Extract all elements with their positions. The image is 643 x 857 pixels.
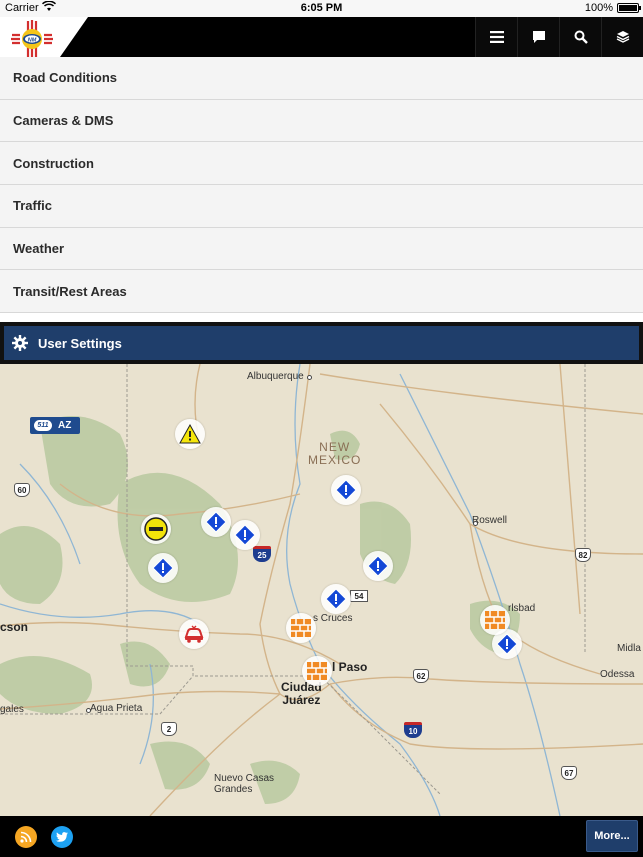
incident-icon xyxy=(335,479,357,501)
construction-icon xyxy=(485,611,505,629)
user-settings-label: User Settings xyxy=(38,335,122,351)
map-basemap xyxy=(0,364,643,816)
menu-item-traffic[interactable]: Traffic xyxy=(0,185,643,228)
az-badge-label: AZ xyxy=(58,420,72,431)
menu-item-transit-rest-areas[interactable]: Transit/Rest Areas xyxy=(0,270,643,314)
highway-shield-mx2: 2 xyxy=(161,722,177,736)
rss-button[interactable] xyxy=(15,826,37,848)
incident-marker[interactable] xyxy=(331,475,361,505)
app-footer: More... xyxy=(0,816,643,857)
incident-icon xyxy=(325,588,347,610)
nmroads-logo: NM xyxy=(11,20,53,57)
incident-icon xyxy=(234,524,256,546)
status-bar: Carrier 6:05 PM 100% xyxy=(0,0,643,17)
layers-button[interactable] xyxy=(601,17,643,57)
construction-marker[interactable] xyxy=(286,613,316,643)
twitter-button[interactable] xyxy=(51,826,73,848)
menu-item-cameras-dms[interactable]: Cameras & DMS xyxy=(0,99,643,143)
user-settings-bar: User Settings xyxy=(0,322,643,364)
highway-shield-54: 54 xyxy=(350,590,368,602)
gear-icon xyxy=(12,335,28,351)
svg-text:NM: NM xyxy=(28,37,37,43)
incident-marker[interactable] xyxy=(321,584,351,614)
city-dot xyxy=(307,375,312,380)
incident-icon xyxy=(205,511,227,533)
incident-icon xyxy=(496,633,518,655)
highway-shield-i25: 25 xyxy=(253,546,271,562)
place-nogales: gales xyxy=(0,704,24,715)
menu-icon xyxy=(489,31,504,43)
construction-icon xyxy=(307,662,327,680)
place-tucson: cson xyxy=(0,620,29,634)
incident-marker[interactable] xyxy=(363,551,393,581)
chat-icon xyxy=(532,31,545,43)
incident-marker[interactable] xyxy=(148,553,178,583)
chat-button[interactable] xyxy=(517,17,559,57)
highway-shield-us62: 62 xyxy=(413,669,429,683)
highway-shield-us60: 60 xyxy=(14,483,30,497)
place-nuevo-casas-grandes: Nuevo Casas Grandes xyxy=(214,773,275,795)
place-odessa: Odessa xyxy=(600,669,635,680)
battery-percent: 100% xyxy=(584,2,613,14)
highway-shield-us67: 67 xyxy=(561,766,577,780)
warning-icon xyxy=(179,424,201,444)
place-el-paso: l Paso xyxy=(332,660,368,674)
construction-marker[interactable] xyxy=(302,656,332,686)
construction-marker[interactable] xyxy=(480,605,510,635)
city-dot xyxy=(473,521,478,526)
az-logo-icon: 511 xyxy=(34,420,52,431)
place-new-mexico: NEW MEXICO xyxy=(308,440,362,467)
layers-icon xyxy=(616,31,629,43)
logo-area[interactable]: NM xyxy=(0,17,88,57)
crash-icon xyxy=(184,625,204,643)
place-carlsbad: rlsbad xyxy=(508,603,536,614)
battery-icon xyxy=(617,3,641,13)
clock: 6:05 PM xyxy=(300,2,343,14)
az-map-link[interactable]: 511 AZ xyxy=(30,417,80,434)
highway-shield-us82: 82 xyxy=(575,548,591,562)
incident-icon xyxy=(367,555,389,577)
search-button[interactable] xyxy=(559,17,601,57)
user-settings-button[interactable]: User Settings xyxy=(4,326,639,360)
more-button[interactable]: More... xyxy=(586,820,638,852)
incident-icon xyxy=(152,557,174,579)
warning-marker[interactable] xyxy=(175,419,205,449)
rss-icon xyxy=(20,831,32,843)
road-closure-marker[interactable] xyxy=(141,514,171,544)
menu-button[interactable] xyxy=(475,17,517,57)
traffic-map[interactable]: Albuquerque NEW MEXICO Roswell s Cruces … xyxy=(0,364,643,816)
place-albuquerque: Albuquerque xyxy=(247,371,304,382)
search-icon xyxy=(574,30,588,44)
app-header: NM xyxy=(0,17,643,57)
incident-marker[interactable] xyxy=(201,507,231,537)
incident-marker[interactable] xyxy=(230,520,260,550)
crash-marker[interactable] xyxy=(179,619,209,649)
city-dot xyxy=(86,708,91,713)
construction-icon xyxy=(291,619,311,637)
menu-item-road-conditions[interactable]: Road Conditions xyxy=(0,57,643,100)
highway-shield-i10: 10 xyxy=(404,722,422,738)
place-las-cruces: s Cruces xyxy=(313,613,353,624)
place-agua-prieta: Agua Prieta xyxy=(90,703,143,714)
place-midland: Midla xyxy=(617,643,641,654)
menu-item-weather[interactable]: Weather xyxy=(0,227,643,271)
road-closure-icon xyxy=(144,517,168,541)
twitter-icon xyxy=(56,832,68,842)
category-menu: Road Conditions Cameras & DMS Constructi… xyxy=(0,57,643,314)
menu-item-construction[interactable]: Construction xyxy=(0,142,643,186)
